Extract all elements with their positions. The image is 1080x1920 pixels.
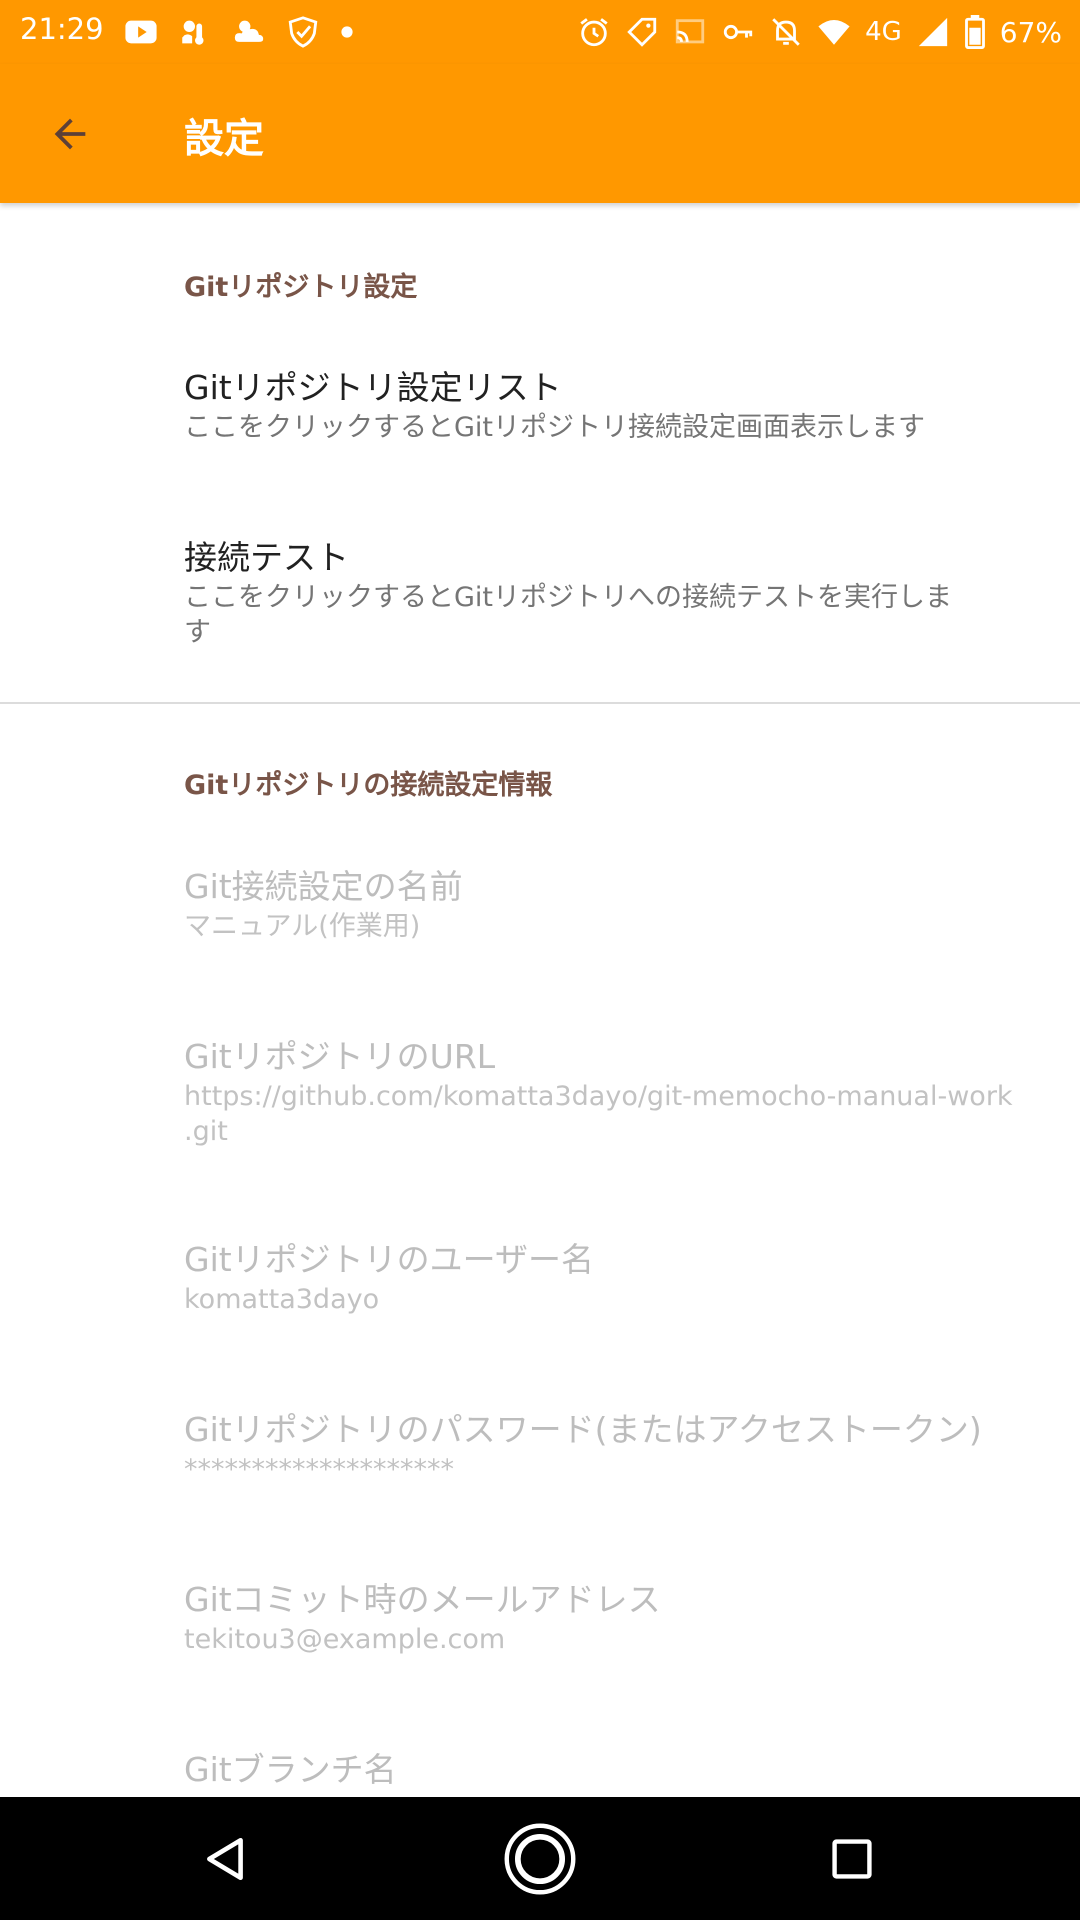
pref-summary: tekitou3@example.com bbox=[184, 1624, 506, 1655]
pref-title: Gitリポジトリのパスワード(またはアクセストークン) bbox=[184, 1410, 982, 1449]
pref-connection-name: Git接続設定の名前 マニュアル(作業用) bbox=[184, 865, 1044, 944]
pref-summary: https://github.com/komatta3dayo/git-memo… bbox=[184, 1081, 1013, 1112]
pref-summary-wrap: .git bbox=[184, 1116, 228, 1147]
battery-icon bbox=[964, 15, 985, 49]
pref-summary: komatta3dayo bbox=[184, 1284, 380, 1315]
pref-connection-test[interactable]: 接続テスト ここをクリックするとGitリポジトリへの接続テストを実行しま す bbox=[184, 536, 1044, 650]
nav-back-button[interactable] bbox=[166, 1797, 286, 1920]
dot-icon bbox=[341, 26, 353, 38]
pref-summary-wrap: す bbox=[184, 617, 211, 648]
status-time: 21:29 bbox=[20, 12, 104, 46]
signal-icon bbox=[918, 17, 947, 47]
battery-percent: 67% bbox=[999, 15, 1062, 49]
pref-title: Git接続設定の名前 bbox=[184, 867, 463, 906]
pref-title: Gitリポジトリ設定リスト bbox=[184, 368, 562, 407]
alarm-icon bbox=[580, 18, 608, 47]
app-toolbar: 設定 bbox=[0, 64, 1080, 203]
pref-repository-username: Gitリポジトリのユーザー名 komatta3dayo bbox=[184, 1238, 1044, 1317]
nav-back-icon bbox=[207, 1837, 243, 1880]
page-title: 設定 bbox=[184, 116, 264, 162]
status-right-icons: 4G 67% bbox=[577, 12, 1062, 52]
pref-repository-settings-list[interactable]: Gitリポジトリ設定リスト ここをクリックするとGitリポジトリ接続設定画面表示… bbox=[184, 366, 1044, 445]
nav-recents-button[interactable] bbox=[792, 1797, 912, 1920]
pref-title: Gitコミット時のメールアドレス bbox=[184, 1580, 661, 1619]
pref-commit-email: Gitコミット時のメールアドレス tekitou3@example.com bbox=[184, 1578, 1044, 1657]
youtube-icon bbox=[125, 20, 157, 44]
tag-icon bbox=[627, 17, 657, 47]
pref-title: Gitリポジトリのユーザー名 bbox=[184, 1240, 595, 1279]
cast-icon bbox=[675, 19, 705, 44]
nav-recents-icon bbox=[832, 1838, 872, 1879]
back-button[interactable] bbox=[40, 104, 100, 164]
pref-repository-url: GitリポジトリのURL https://github.com/komatta3… bbox=[184, 1035, 1044, 1149]
weather-icon bbox=[182, 20, 204, 45]
category-git-connection-info: Gitリポジトリの接続設定情報 bbox=[184, 770, 553, 801]
pref-title: Gitブランチ名 bbox=[184, 1750, 397, 1789]
pref-summary: ******************** bbox=[184, 1454, 454, 1485]
pref-summary: マニュアル(作業用) bbox=[184, 911, 421, 942]
category-git-repository-settings: Gitリポジトリ設定 bbox=[184, 272, 418, 303]
shield-check-icon bbox=[288, 16, 318, 48]
notifications-off-icon bbox=[772, 18, 800, 46]
arrow-back-icon bbox=[54, 118, 86, 150]
navigation-bar bbox=[0, 1797, 1080, 1920]
status-bar: 21:29 4G 67% bbox=[0, 0, 1080, 64]
network-type: 4G bbox=[865, 17, 902, 47]
pref-repository-password: Gitリポジトリのパスワード(またはアクセストークン) ************… bbox=[184, 1408, 1044, 1487]
pref-branch-name: Gitブランチ名 bbox=[184, 1748, 1044, 1792]
status-left-icons bbox=[124, 12, 354, 52]
nav-home-button[interactable] bbox=[480, 1797, 600, 1920]
pref-title: GitリポジトリのURL bbox=[184, 1037, 496, 1076]
pref-summary: ここをクリックするとGitリポジトリへの接続テストを実行しま bbox=[184, 582, 953, 613]
pref-title: 接続テスト bbox=[184, 538, 349, 577]
cloud-icon bbox=[234, 20, 264, 42]
preference-list[interactable]: Gitリポジトリ設定 Gitリポジトリ設定リスト ここをクリックするとGitリポ… bbox=[0, 203, 1080, 1797]
nav-home-icon bbox=[504, 1823, 576, 1894]
key-icon bbox=[723, 24, 753, 40]
pref-summary: ここをクリックするとGitリポジトリ接続設定画面表示します bbox=[184, 412, 926, 443]
section-divider bbox=[0, 702, 1080, 704]
wifi-icon bbox=[818, 19, 850, 45]
